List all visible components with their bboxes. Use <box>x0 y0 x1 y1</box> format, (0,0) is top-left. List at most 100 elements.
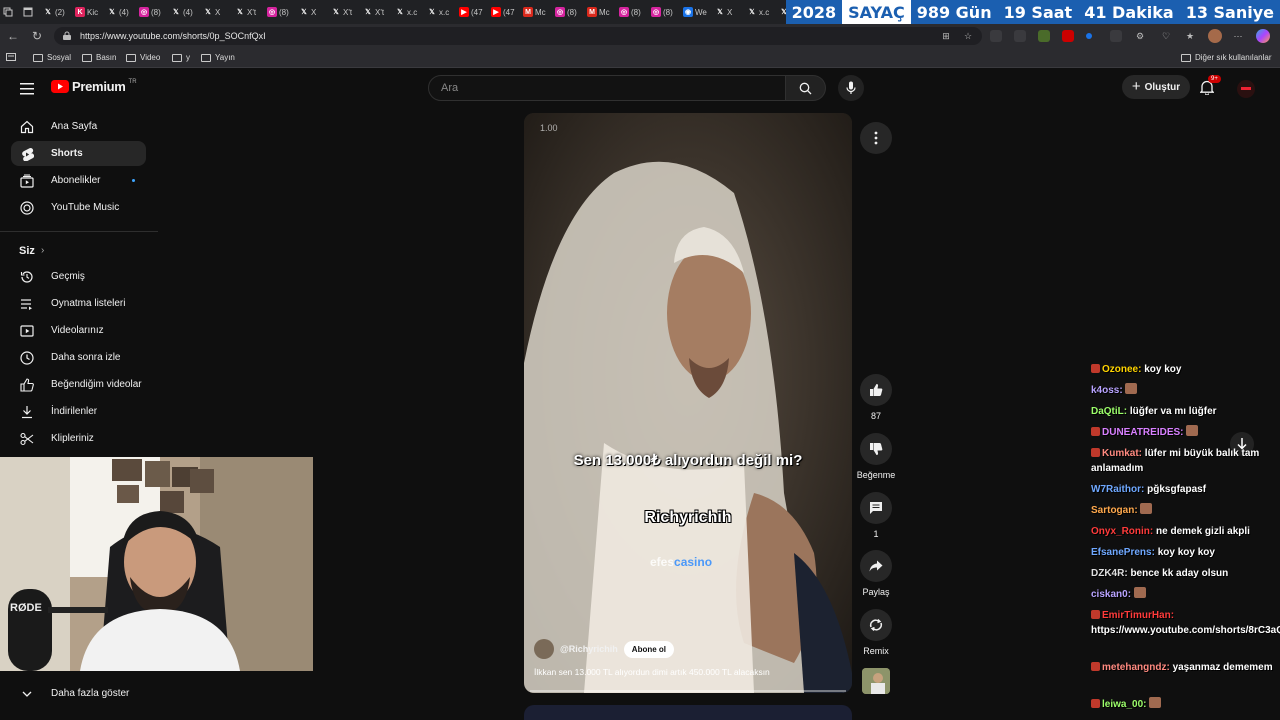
workspaces-icon[interactable] <box>0 0 20 24</box>
sidebar-item-home[interactable]: Ana Sayfa <box>11 114 146 139</box>
chat-username[interactable]: ciskan0: <box>1091 589 1131 600</box>
sidebar-item-youtube-music[interactable]: YouTube Music <box>11 195 146 220</box>
browser-tab[interactable]: M Mc <box>584 0 616 24</box>
channel-avatar[interactable] <box>534 639 554 659</box>
extension-icon[interactable] <box>1014 30 1026 42</box>
browser-tab[interactable]: ◎ (8) <box>648 0 680 24</box>
extension-icon[interactable] <box>990 30 1002 42</box>
browser-tab[interactable]: ◎ (8) <box>616 0 648 24</box>
browser-tab[interactable]: 𝕏x.c <box>424 0 456 24</box>
browser-tab[interactable]: ◉ We <box>680 0 712 24</box>
performance-icon[interactable]: ♡ <box>1160 30 1172 42</box>
reload-icon[interactable]: ↻ <box>30 29 44 43</box>
browser-tab[interactable]: 𝕏 X't <box>328 0 360 24</box>
browser-tab[interactable]: 𝕏X <box>200 0 232 24</box>
chat-username[interactable]: W7Raithor: <box>1091 484 1144 495</box>
extension-icon[interactable] <box>1110 30 1122 42</box>
account-avatar[interactable] <box>1237 80 1255 98</box>
more-options-button[interactable] <box>856 122 896 159</box>
youtube-premium-logo[interactable]: Premium TR <box>51 79 137 94</box>
chat-username[interactable]: EfsanePrens: <box>1091 547 1155 558</box>
browser-tab[interactable]: 𝕏x.c <box>392 0 424 24</box>
bookmark-folder[interactable]: Video <box>126 53 160 62</box>
like-button[interactable]: 87 <box>856 374 896 421</box>
video-description[interactable]: İlkkan sen 13.000 TL alıyordun dimi artı… <box>534 667 844 677</box>
remix-button[interactable]: Remix <box>856 609 896 656</box>
other-bookmarks[interactable]: Diğer sık kullanılanlar <box>1181 53 1271 62</box>
bookmark-folder[interactable]: y <box>172 53 190 62</box>
search-input[interactable]: Ara <box>428 75 786 101</box>
chat-username[interactable]: Ozonee: <box>1102 364 1141 375</box>
browser-tab[interactable]: ◎ (8) <box>264 0 296 24</box>
chat-username[interactable]: EmirTimurHan: <box>1102 610 1174 621</box>
browser-tab[interactable]: 𝕏X <box>712 0 744 24</box>
address-bar[interactable]: https://www.youtube.com/shorts/0p_SOCnfQ… <box>54 27 982 45</box>
browser-tab[interactable]: 𝕏 (2) <box>40 0 72 24</box>
chat-username[interactable]: metehangndz: <box>1102 662 1170 673</box>
favorite-star-icon[interactable]: ☆ <box>962 30 974 42</box>
sidebar-item-watch-later[interactable]: Daha sonra izle <box>11 345 146 370</box>
sidebar-section-you[interactable]: Siz › <box>11 238 146 263</box>
bookmark-folder[interactable]: Yayın <box>201 53 235 62</box>
extension-icon[interactable] <box>1038 30 1050 42</box>
thumbs-up-icon <box>860 374 892 406</box>
chat-username[interactable]: Kumkat: <box>1102 448 1142 459</box>
sidebar-item-shorts[interactable]: Shorts <box>11 141 146 166</box>
create-button[interactable]: + Oluştur <box>1122 75 1190 99</box>
sidebar-item-liked-videos[interactable]: Beğendiğim videolar <box>11 372 146 397</box>
browser-tab[interactable]: ▶ (47 <box>488 0 520 24</box>
sidebar-item-clips[interactable]: Klipleriniz <box>11 426 146 451</box>
browser-tab[interactable]: 𝕏 X't <box>232 0 264 24</box>
comments-button[interactable]: 1 <box>856 492 896 539</box>
browser-tab[interactable]: 𝕏 (4) <box>168 0 200 24</box>
sidebar-item-history[interactable]: Geçmiş <box>11 264 146 289</box>
browser-tab[interactable]: 𝕏 (4) <box>104 0 136 24</box>
bookmark-manager-icon[interactable] <box>6 53 16 61</box>
dislike-button[interactable]: Beğenme <box>856 433 896 480</box>
browser-tab[interactable]: 𝕏 X't <box>360 0 392 24</box>
sound-thumbnail[interactable] <box>862 668 890 694</box>
split-screen-icon[interactable]: ⊞ <box>940 30 952 42</box>
site-info-icon[interactable] <box>62 31 72 41</box>
bookmark-folder[interactable]: Basın <box>82 53 116 62</box>
browser-tab[interactable]: M Mc <box>520 0 552 24</box>
favorites-icon[interactable]: ★ <box>1184 30 1196 42</box>
profile-avatar[interactable] <box>1208 29 1222 43</box>
hamburger-menu-icon[interactable] <box>20 82 34 100</box>
sidebar-item-subscriptions[interactable]: Abonelikler <box>11 168 146 193</box>
browser-tab[interactable]: ◎ (8) <box>136 0 168 24</box>
copilot-icon[interactable] <box>1256 29 1270 43</box>
chat-username[interactable]: DZK4R: <box>1091 568 1128 579</box>
sidebar-item-your-videos[interactable]: Videolarınız <box>11 318 146 343</box>
tab-actions-icon[interactable] <box>20 0 40 24</box>
sidebar-show-more[interactable]: Daha fazla göster <box>11 681 146 706</box>
browser-tab[interactable]: ◎ (8) <box>552 0 584 24</box>
video-progress-bar[interactable] <box>530 690 846 692</box>
search-button[interactable] <box>786 75 826 101</box>
chat-username[interactable]: Sartogan: <box>1091 505 1138 516</box>
notifications-button[interactable]: 9+ <box>1199 75 1221 100</box>
chat-username[interactable]: Onyx_Ronin: <box>1091 526 1153 537</box>
browser-tab[interactable]: 𝕏X <box>296 0 328 24</box>
share-button[interactable]: Paylaş <box>856 550 896 597</box>
youtube-extension-icon[interactable] <box>1062 30 1074 42</box>
chat-username[interactable]: leiwa_00: <box>1102 699 1146 710</box>
browser-tab[interactable]: K Kic <box>72 0 104 24</box>
puzzle-icon[interactable]: ⚙ <box>1134 30 1146 42</box>
chat-username[interactable]: DaQtiL: <box>1091 406 1127 417</box>
bookmark-folder[interactable]: Sosyal <box>33 53 71 62</box>
channel-name[interactable]: @Richyrichih <box>560 644 618 654</box>
sidebar-item-downloads[interactable]: İndirilenler <box>11 399 146 424</box>
next-short-preview[interactable] <box>524 705 852 720</box>
back-icon[interactable]: ← <box>6 29 20 43</box>
subscribe-button[interactable]: Abone ol <box>623 640 675 658</box>
chat-username[interactable]: k4oss: <box>1091 385 1123 396</box>
more-menu-icon[interactable]: ⋯ <box>1232 30 1244 42</box>
chat-username[interactable]: DUNEATREIDES: <box>1102 427 1183 438</box>
short-video-player[interactable]: 1.00 Sen 13.000₺ alıyordun değil mi? Ric… <box>524 113 852 693</box>
browser-tab[interactable]: ▶ (47 <box>456 0 488 24</box>
sidebar-item-playlists[interactable]: Oynatma listeleri <box>11 291 146 316</box>
browser-tab[interactable]: 𝕏x.c <box>744 0 776 24</box>
extension-icon[interactable] <box>1086 33 1092 39</box>
voice-search-button[interactable] <box>838 75 864 101</box>
